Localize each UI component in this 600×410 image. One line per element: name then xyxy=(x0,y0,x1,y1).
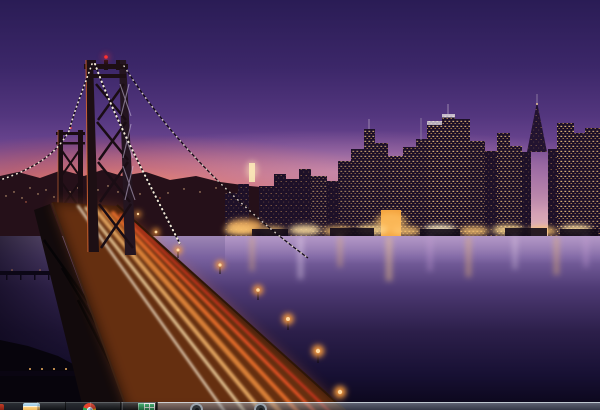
wallpaper-san-francisco-bay-bridge xyxy=(0,0,600,410)
start-button-partial[interactable] xyxy=(0,402,8,410)
taskbar-spreadsheet-button[interactable] xyxy=(68,402,89,410)
taskbar-app-window-2[interactable] xyxy=(122,402,157,410)
taskbar-browser-button[interactable] xyxy=(37,402,66,410)
desktop xyxy=(0,0,600,410)
taskbar-app-window-1[interactable] xyxy=(90,402,121,410)
lens-icon xyxy=(254,403,267,410)
taskbar-folder-button[interactable] xyxy=(10,402,34,410)
taskbar xyxy=(0,402,600,410)
lens-icon xyxy=(190,403,203,410)
start-orb-icon xyxy=(0,404,4,410)
